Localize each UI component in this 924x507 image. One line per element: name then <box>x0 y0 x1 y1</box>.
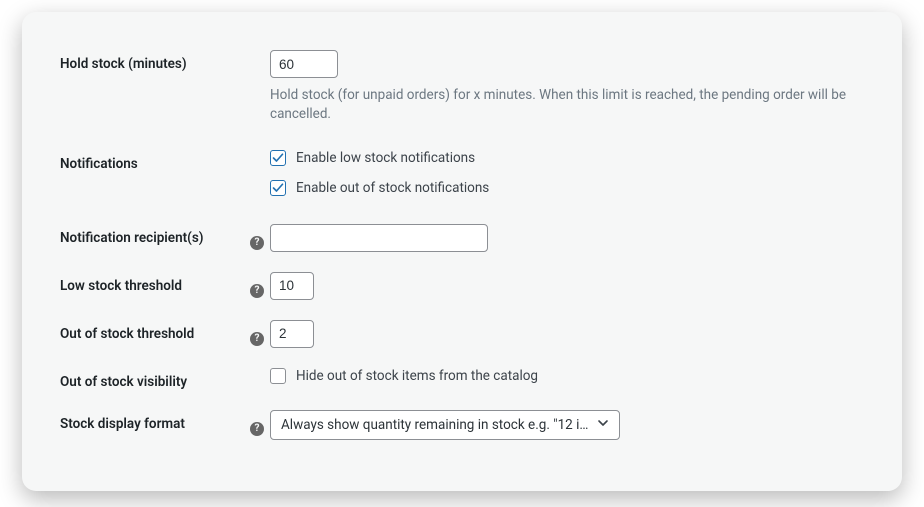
checkbox-hide-out-of-stock[interactable] <box>270 368 286 384</box>
help-icon[interactable]: ? <box>250 422 264 436</box>
check-icon <box>272 182 284 194</box>
select-value: Always show quantity remaining in stock … <box>281 417 591 433</box>
label-visibility: Out of stock visibility <box>60 368 250 390</box>
row-hold-stock: Hold stock (minutes) Hold stock (for unp… <box>22 50 902 124</box>
label-out-threshold: Out of stock threshold <box>60 320 250 342</box>
checkbox-row-low-stock-notif: Enable low stock notifications <box>270 150 864 166</box>
row-out-threshold: Out of stock threshold ? <box>22 320 902 348</box>
hold-stock-description: Hold stock (for unpaid orders) for x min… <box>270 86 864 124</box>
checkbox-label-low-stock: Enable low stock notifications <box>296 150 475 166</box>
help-icon[interactable]: ? <box>250 236 264 250</box>
help-icon[interactable]: ? <box>250 284 264 298</box>
checkbox-out-of-stock-notif[interactable] <box>270 180 286 196</box>
label-hold-stock: Hold stock (minutes) <box>60 50 250 72</box>
help-icon[interactable]: ? <box>250 332 264 346</box>
check-icon <box>272 152 284 164</box>
row-recipients: Notification recipient(s) ? <box>22 224 902 252</box>
checkbox-low-stock-notif[interactable] <box>270 150 286 166</box>
label-display-format: Stock display format <box>60 410 250 432</box>
chevron-down-icon <box>591 417 609 433</box>
label-notifications: Notifications <box>60 150 250 172</box>
inventory-settings-panel: Hold stock (minutes) Hold stock (for unp… <box>22 12 902 491</box>
label-recipients: Notification recipient(s) <box>60 224 250 246</box>
checkbox-label-hide-out-of-stock: Hide out of stock items from the catalog <box>296 368 538 384</box>
checkbox-row-out-of-stock-notif: Enable out of stock notifications <box>270 180 864 196</box>
row-visibility: Out of stock visibility Hide out of stoc… <box>22 368 902 390</box>
recipients-input[interactable] <box>270 224 488 252</box>
hold-stock-input[interactable] <box>270 50 338 78</box>
display-format-select[interactable]: Always show quantity remaining in stock … <box>270 410 620 440</box>
label-low-threshold: Low stock threshold <box>60 272 250 294</box>
low-threshold-input[interactable] <box>270 272 314 300</box>
row-display-format: Stock display format ? Always show quant… <box>22 410 902 440</box>
out-threshold-input[interactable] <box>270 320 314 348</box>
checkbox-label-out-of-stock: Enable out of stock notifications <box>296 180 489 196</box>
checkbox-row-hide-out-of-stock: Hide out of stock items from the catalog <box>270 368 864 384</box>
row-low-threshold: Low stock threshold ? <box>22 272 902 300</box>
row-notifications: Notifications Enable low stock notificat… <box>22 150 902 196</box>
